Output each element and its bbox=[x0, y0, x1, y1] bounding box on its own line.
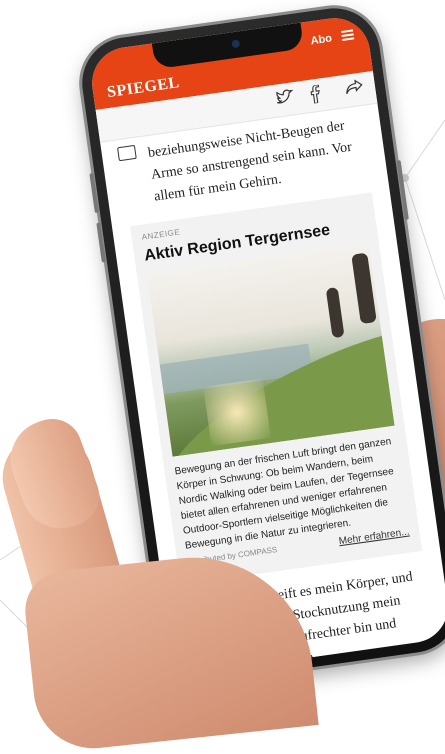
site-logo[interactable]: SPIEGEL bbox=[106, 74, 181, 102]
volume-button-lower bbox=[96, 222, 106, 263]
share-icon[interactable] bbox=[344, 79, 364, 100]
sun-flare bbox=[203, 378, 271, 447]
twitter-icon[interactable] bbox=[275, 88, 296, 111]
walker-figure bbox=[351, 252, 377, 325]
power-button bbox=[396, 160, 409, 221]
ad-image[interactable] bbox=[146, 242, 395, 457]
facebook-icon[interactable] bbox=[308, 84, 323, 108]
ad-block[interactable]: ANZEIGE Aktiv Region Tergernsee Bewegung… bbox=[130, 192, 423, 585]
abo-button[interactable]: Abo bbox=[310, 32, 333, 47]
volume-button bbox=[89, 172, 99, 214]
walker-figure bbox=[325, 287, 345, 339]
menu-icon[interactable] bbox=[340, 29, 355, 41]
comment-icon[interactable] bbox=[117, 144, 137, 162]
